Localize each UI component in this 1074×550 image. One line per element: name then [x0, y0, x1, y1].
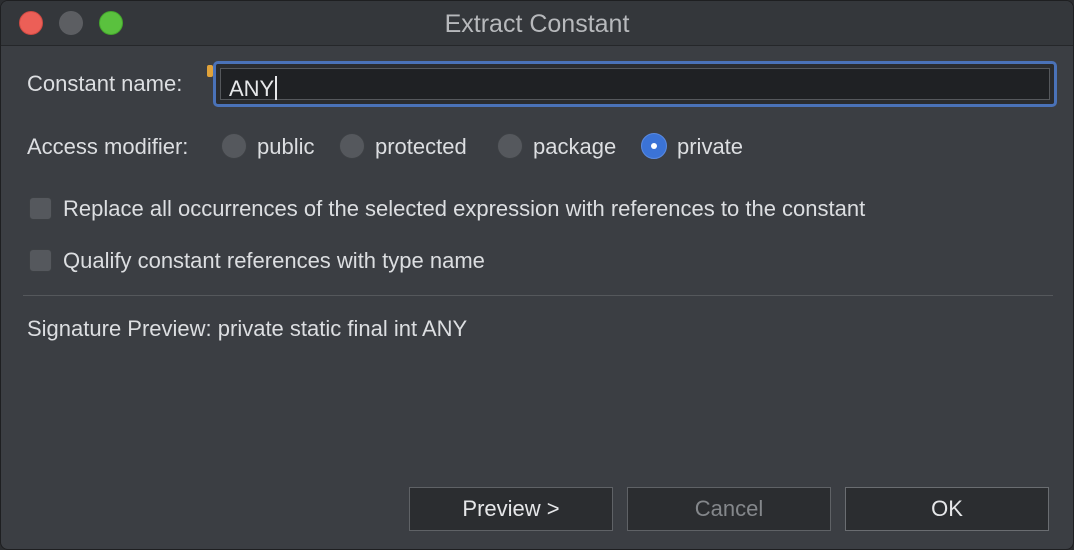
- radio-protected-label[interactable]: protected: [375, 134, 467, 160]
- constant-name-field[interactable]: ANY: [213, 61, 1057, 107]
- signature-preview: Signature Preview: private static final …: [27, 316, 468, 341]
- window-title: Extract Constant: [444, 10, 630, 38]
- title-bar: Extract Constant: [1, 1, 1073, 46]
- radio-public[interactable]: [221, 133, 247, 159]
- radio-package-label[interactable]: package: [533, 134, 616, 160]
- replace-all-label[interactable]: Replace all occurrences of the selected …: [63, 196, 865, 222]
- radio-private[interactable]: [641, 133, 667, 159]
- access-modifier-label: Access modifier:: [27, 134, 189, 159]
- radio-package[interactable]: [497, 133, 523, 159]
- preview-button[interactable]: Preview >: [409, 487, 613, 531]
- replace-all-checkbox[interactable]: [29, 197, 52, 220]
- section-divider: [23, 295, 1053, 296]
- cancel-button[interactable]: Cancel: [627, 487, 831, 531]
- constant-name-input-box[interactable]: ANY: [220, 68, 1050, 102]
- radio-protected[interactable]: [339, 133, 365, 159]
- extract-constant-dialog: Extract Constant Constant name: ANY Acce…: [0, 0, 1074, 550]
- ok-button[interactable]: OK: [845, 487, 1049, 531]
- qualify-references-label[interactable]: Qualify constant references with type na…: [63, 248, 485, 274]
- constant-name-input[interactable]: ANY: [229, 76, 278, 102]
- radio-public-label[interactable]: public: [257, 134, 314, 160]
- qualify-references-checkbox[interactable]: [29, 249, 52, 272]
- text-caret: [275, 76, 278, 100]
- constant-name-label: Constant name:: [27, 71, 183, 96]
- constant-name-value: ANY: [229, 76, 275, 101]
- radio-private-label[interactable]: private: [677, 134, 743, 160]
